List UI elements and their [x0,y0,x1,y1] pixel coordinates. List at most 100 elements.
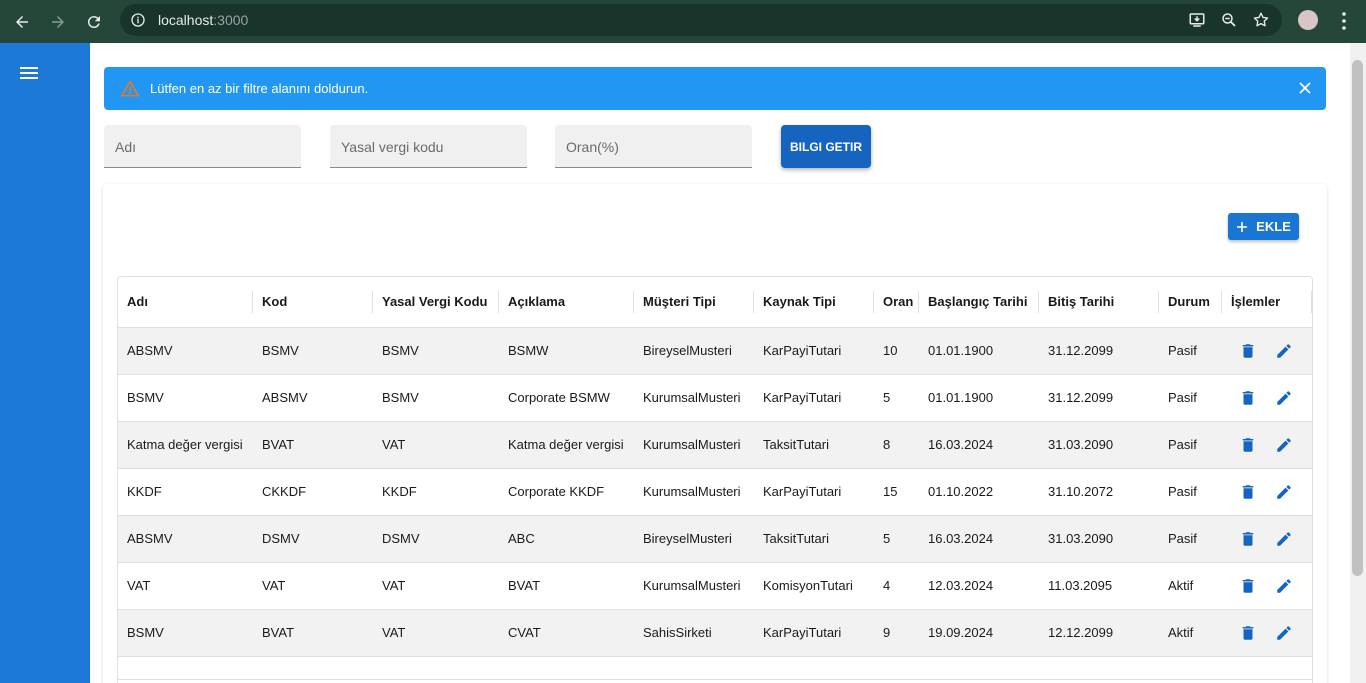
table-row[interactable]: ABSMV BSMV BSMV BSMW BireyselMusteri KarPayiT… [118,327,1312,375]
table-cell: 15 [874,468,919,516]
rate-filter-input[interactable] [555,125,752,167]
table-cell: KurumsalMusteri [634,468,754,516]
table-cell: BireyselMusteri [634,515,754,563]
table-cell: 31.12.2099 [1039,374,1159,422]
column-header[interactable]: Açıklama [499,277,634,328]
fetch-info-button[interactable]: BILGI GETIR [781,125,871,168]
column-header[interactable]: Kaynak Tipi [754,277,874,328]
back-button[interactable] [4,4,40,40]
table-cell: Katma değer vergisi [118,421,253,469]
row-actions [1222,515,1312,563]
table-header-row: Adı Kod Yasal Vergi Kodu Açıklama Müşter… [118,277,1312,328]
row-actions [1222,421,1312,469]
table-cell: 4 [874,562,919,610]
table-row[interactable]: KKDF CKKDF KKDF Corporate KKDF KurumsalMuste… [118,468,1312,516]
name-filter-input[interactable] [104,125,301,167]
table-cell: 10 [874,327,919,375]
row-actions [1222,468,1312,516]
delete-icon[interactable] [1239,483,1257,501]
tax-code-filter-field [330,125,527,168]
table-cell: DSMV [373,515,499,563]
forward-button[interactable] [40,4,76,40]
table-cell: 01.10.2022 [919,468,1039,516]
table-cell: TaksitTutari [754,515,874,563]
hamburger-menu-icon [20,67,38,79]
column-header[interactable]: Yasal Vergi Kodu [373,277,499,328]
add-button-label: EKLE [1256,219,1291,234]
table-row[interactable]: ABSMV DSMV DSMV ABC BireyselMusteri TaksitTut… [118,515,1312,563]
table-row[interactable]: Katma değer vergisi BVAT VAT Katma değer ve… [118,421,1312,469]
table-cell: KKDF [118,468,253,516]
table-cell: BVAT [253,421,373,469]
table-row[interactable]: BSMV ABSMV BSMV Corporate BSMW KurumsalMuste… [118,374,1312,422]
page-scrollbar-thumb[interactable] [1352,60,1363,576]
close-icon[interactable] [1298,81,1312,95]
table-cell: 31.10.2072 [1039,468,1159,516]
edit-icon[interactable] [1275,624,1293,642]
browser-menu-button[interactable] [1334,10,1354,32]
table-cell: 8 [874,421,919,469]
edit-icon[interactable] [1275,389,1293,407]
delete-icon[interactable] [1239,436,1257,454]
delete-icon[interactable] [1239,530,1257,548]
edit-icon[interactable] [1275,342,1293,360]
column-header[interactable]: Adı [118,277,253,328]
delete-icon[interactable] [1239,624,1257,642]
column-header[interactable]: Başlangıç Tarihi [919,277,1039,328]
empty-cell [118,656,1312,680]
warning-alert: Lütfen en az bir filtre alanını doldurun… [104,67,1326,110]
table-cell: BVAT [499,562,634,610]
table-cell: KurumsalMusteri [634,374,754,422]
more-vert-icon [1342,12,1346,30]
column-header: İşlemler [1222,277,1312,328]
table-cell: KurumsalMusteri [634,562,754,610]
row-actions [1222,562,1312,610]
browser-toolbar: localhost:3000 [0,0,1366,43]
table-cell: ABSMV [253,374,373,422]
table-cell: CKKDF [253,468,373,516]
table-cell: KarPayiTutari [754,327,874,375]
site-info-icon[interactable] [130,12,146,28]
table-cell: VAT [373,609,499,657]
delete-icon[interactable] [1239,389,1257,407]
table-cell: KarPayiTutari [754,374,874,422]
table-cell: VAT [253,562,373,610]
edit-icon[interactable] [1275,530,1293,548]
table-cell: 5 [874,374,919,422]
delete-icon[interactable] [1239,577,1257,595]
column-header[interactable]: Oran [874,277,919,328]
edit-icon[interactable] [1275,483,1293,501]
table-cell: VAT [373,562,499,610]
menu-button[interactable] [18,63,40,83]
table-cell: BSMV [253,327,373,375]
table-cell: 31.03.2090 [1039,421,1159,469]
zoom-icon[interactable] [1220,11,1238,29]
delete-icon[interactable] [1239,342,1257,360]
install-app-icon[interactable] [1188,11,1206,29]
table-row[interactable]: BSMV BVAT VAT CVAT SahisSirketi KarPayiTutari… [118,609,1312,657]
arrow-right-icon [52,15,64,28]
alert-message: Lütfen en az bir filtre alanını doldurun… [150,81,369,96]
table-cell: CVAT [499,609,634,657]
table-cell: Pasif [1159,327,1222,375]
table-cell: ABC [499,515,634,563]
arrow-left-icon [16,15,28,28]
column-header[interactable]: Bitiş Tarihi [1039,277,1159,328]
bookmark-star-icon[interactable] [1252,11,1270,29]
column-header[interactable]: Durum [1159,277,1222,328]
tax-code-filter-input[interactable] [330,125,527,167]
table-cell: 01.01.1900 [919,327,1039,375]
table-cell: 12.03.2024 [919,562,1039,610]
profile-avatar[interactable] [1298,10,1318,30]
reload-button[interactable] [76,4,112,40]
table-cell: TaksitTutari [754,421,874,469]
column-header[interactable]: Kod [253,277,373,328]
table-row[interactable]: VAT VAT VAT BVAT KurumsalMusteri KomisyonTuta… [118,562,1312,610]
address-bar[interactable]: localhost:3000 [120,4,1282,36]
table-cell: Aktif [1159,562,1222,610]
column-header[interactable]: Müşteri Tipi [634,277,754,328]
table-cell: BSMW [499,327,634,375]
add-button[interactable]: EKLE [1228,213,1299,240]
edit-icon[interactable] [1275,436,1293,454]
edit-icon[interactable] [1275,577,1293,595]
